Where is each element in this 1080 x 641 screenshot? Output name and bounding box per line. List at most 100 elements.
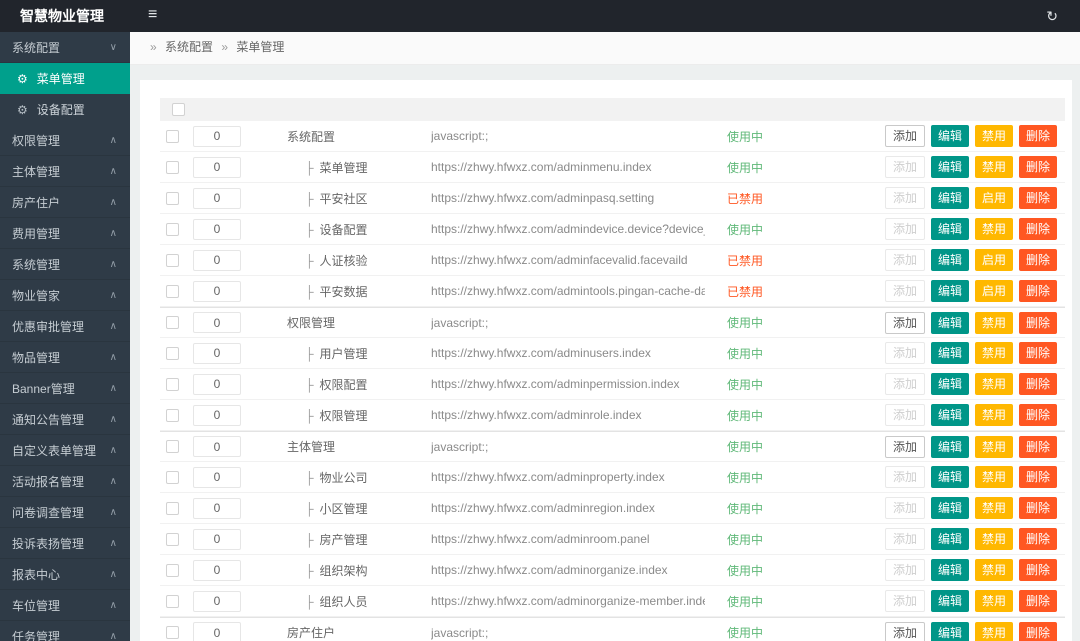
edit-button[interactable]: 编辑 [931,404,970,426]
sort-input[interactable] [193,342,241,364]
delete-button[interactable]: 删除 [1019,280,1058,302]
sort-input[interactable] [193,436,241,457]
refresh-icon[interactable]: ↻ [1046,0,1058,32]
sidebar-item-4[interactable]: 费用管理 ∧ [0,218,130,249]
sidebar-item-10[interactable]: 通知公告管理 ∧ [0,404,130,435]
edit-button[interactable]: 编辑 [931,590,970,612]
sort-input[interactable] [193,125,241,147]
edit-button[interactable]: 编辑 [931,156,970,178]
delete-button[interactable]: 删除 [1019,342,1058,364]
enable-button[interactable]: 启用 [975,280,1014,302]
disable-button[interactable]: 禁用 [975,497,1014,519]
sort-input[interactable] [193,218,241,240]
sidebar-item-6[interactable]: 物业管家 ∧ [0,280,130,311]
sort-input[interactable] [193,466,241,488]
row-checkbox[interactable] [166,160,179,174]
add-button[interactable]: 添加 [885,311,926,334]
disable-button[interactable]: 禁用 [975,435,1014,458]
add-button[interactable]: 添加 [885,435,926,458]
disable-button[interactable]: 禁用 [975,311,1014,334]
sidebar-item-14[interactable]: 投诉表扬管理 ∧ [0,528,130,559]
enable-button[interactable]: 启用 [975,249,1014,271]
disable-button[interactable]: 禁用 [975,342,1014,364]
delete-button[interactable]: 删除 [1019,497,1058,519]
delete-button[interactable]: 删除 [1019,218,1058,240]
delete-button[interactable]: 删除 [1019,125,1058,147]
sidebar-item-1[interactable]: 权限管理 ∧ [0,125,130,156]
edit-button[interactable]: 编辑 [931,187,970,209]
disable-button[interactable]: 禁用 [975,218,1014,240]
hamburger-icon[interactable]: ≡ [138,0,167,32]
delete-button[interactable]: 删除 [1019,559,1058,581]
row-checkbox[interactable] [166,470,179,484]
disable-button[interactable]: 禁用 [975,125,1014,147]
add-button[interactable]: 添加 [885,621,926,641]
disable-button[interactable]: 禁用 [975,466,1014,488]
row-checkbox[interactable] [166,284,179,298]
sidebar-item-13[interactable]: 问卷调查管理 ∧ [0,497,130,528]
sort-input[interactable] [193,187,241,209]
edit-button[interactable]: 编辑 [931,621,970,641]
sort-input[interactable] [193,156,241,178]
row-checkbox[interactable] [166,626,179,639]
sidebar-item-3[interactable]: 房产住户 ∧ [0,187,130,218]
row-checkbox[interactable] [166,377,179,391]
disable-button[interactable]: 禁用 [975,528,1014,550]
sort-input[interactable] [193,249,241,271]
edit-button[interactable]: 编辑 [931,435,970,458]
sidebar-item-17[interactable]: 任务管理 ∧ [0,621,130,641]
sidebar-item-5[interactable]: 系统管理 ∧ [0,249,130,280]
sort-input[interactable] [193,404,241,426]
sidebar-item-15[interactable]: 报表中心 ∧ [0,559,130,590]
row-checkbox[interactable] [166,501,179,515]
delete-button[interactable]: 删除 [1019,311,1058,334]
sort-input[interactable] [193,528,241,550]
sidebar-item-0[interactable]: 系统配置 ∨ [0,32,130,63]
disable-button[interactable]: 禁用 [975,373,1014,395]
row-checkbox[interactable] [166,191,179,205]
row-checkbox[interactable] [166,316,179,329]
delete-button[interactable]: 删除 [1019,373,1058,395]
breadcrumb-item-system-config[interactable]: 系统配置 [165,40,213,54]
sidebar-item-11[interactable]: 自定义表单管理 ∧ [0,435,130,466]
row-checkbox[interactable] [166,408,179,422]
sidebar-subitem-0-1[interactable]: ⚙ 设备配置 [0,94,130,125]
disable-button[interactable]: 禁用 [975,404,1014,426]
edit-button[interactable]: 编辑 [931,311,970,334]
disable-button[interactable]: 禁用 [975,559,1014,581]
delete-button[interactable]: 删除 [1019,528,1058,550]
row-checkbox[interactable] [166,129,179,143]
row-checkbox[interactable] [166,253,179,267]
edit-button[interactable]: 编辑 [931,342,970,364]
delete-button[interactable]: 删除 [1019,156,1058,178]
sidebar-item-12[interactable]: 活动报名管理 ∧ [0,466,130,497]
edit-button[interactable]: 编辑 [931,373,970,395]
disable-button[interactable]: 禁用 [975,621,1014,641]
delete-button[interactable]: 删除 [1019,249,1058,271]
edit-button[interactable]: 编辑 [931,559,970,581]
edit-button[interactable]: 编辑 [931,218,970,240]
disable-button[interactable]: 禁用 [975,590,1014,612]
delete-button[interactable]: 删除 [1019,187,1058,209]
sidebar-item-7[interactable]: 优惠审批管理 ∧ [0,311,130,342]
enable-button[interactable]: 启用 [975,187,1014,209]
row-checkbox[interactable] [166,222,179,236]
delete-button[interactable]: 删除 [1019,466,1058,488]
sidebar-item-16[interactable]: 车位管理 ∧ [0,590,130,621]
sort-input[interactable] [193,559,241,581]
disable-button[interactable]: 禁用 [975,156,1014,178]
sort-input[interactable] [193,497,241,519]
row-checkbox[interactable] [166,563,179,577]
edit-button[interactable]: 编辑 [931,280,970,302]
sidebar-item-9[interactable]: Banner管理 ∧ [0,373,130,404]
sidebar-subitem-0-0[interactable]: ⚙ 菜单管理 [0,63,130,94]
sidebar-item-2[interactable]: 主体管理 ∧ [0,156,130,187]
edit-button[interactable]: 编辑 [931,125,970,147]
edit-button[interactable]: 编辑 [931,249,970,271]
sort-input[interactable] [193,622,241,641]
row-checkbox[interactable] [166,440,179,453]
row-checkbox[interactable] [166,532,179,546]
row-checkbox[interactable] [166,594,179,608]
delete-button[interactable]: 删除 [1019,404,1058,426]
select-all-checkbox[interactable] [172,103,185,116]
